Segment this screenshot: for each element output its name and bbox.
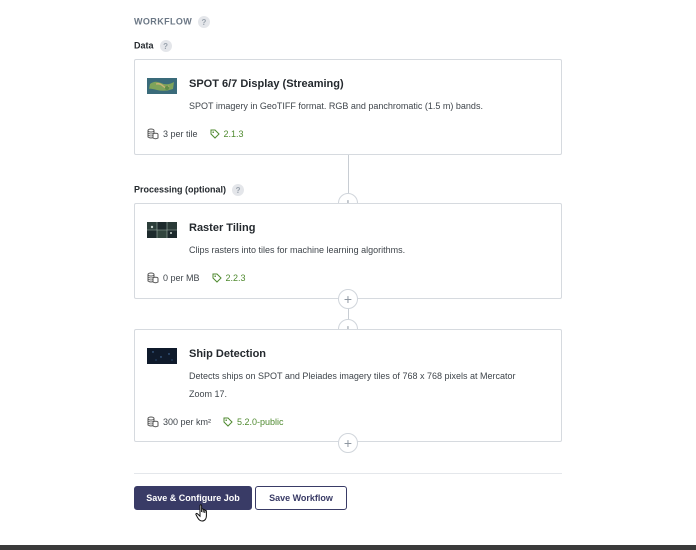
- block-meta: 300 per km² 5.2.0-public: [147, 416, 284, 428]
- tag-icon: [223, 417, 233, 427]
- processing-section-label: Processing (optional): [134, 184, 227, 195]
- tag-icon: [212, 273, 222, 283]
- window-bottom-edge: [0, 545, 696, 550]
- block-version-label: 2.1.3: [223, 129, 244, 139]
- block-card-ship-detection[interactable]: Ship Detection Detects ships on SPOT and…: [134, 329, 562, 442]
- block-title: SPOT 6/7 Display (Streaming): [189, 78, 344, 90]
- processing-section-heading: Processing (optional)?: [134, 184, 245, 196]
- block-cost: 300 per km²: [163, 417, 212, 427]
- help-icon[interactable]: ?: [198, 16, 211, 28]
- block-meta: 3 per tile 2.1.3: [147, 128, 244, 140]
- save-configure-job-button[interactable]: Save & Configure Job: [134, 486, 252, 510]
- block-meta: 0 per MB 2.2.3: [147, 272, 246, 284]
- tag-icon: [210, 129, 220, 139]
- block-version: 2.1.3: [210, 129, 244, 139]
- workflow-connector: [348, 155, 349, 193]
- block-card-spot[interactable]: SPOT 6/7 Display (Streaming) SPOT imager…: [134, 59, 562, 155]
- add-block-button[interactable]: +: [338, 289, 358, 309]
- help-icon[interactable]: ?: [159, 40, 172, 52]
- data-section-label: Data: [134, 40, 154, 51]
- block-cost: 0 per MB: [163, 273, 200, 283]
- block-version-label: 2.2.3: [225, 273, 246, 283]
- divider: [134, 473, 562, 474]
- workflow-heading: WORKFLOW?: [134, 16, 211, 28]
- ship-detection-thumbnail: [147, 348, 177, 364]
- hand-cursor-icon: [195, 504, 207, 522]
- coins-icon: [147, 416, 159, 428]
- block-card-raster-tiling[interactable]: Raster Tiling Clips rasters into tiles f…: [134, 203, 562, 299]
- satellite-scene-thumbnail: [147, 78, 177, 94]
- block-title: Ship Detection: [189, 348, 267, 360]
- workflow-heading-label: WORKFLOW: [134, 16, 193, 27]
- block-version: 5.2.0-public: [223, 417, 284, 427]
- coins-icon: [147, 128, 159, 140]
- workflow-panel: WORKFLOW? Data? SPOT 6/7 Display (Stream…: [0, 0, 696, 545]
- raster-tiling-thumbnail: [147, 222, 177, 238]
- save-workflow-button[interactable]: Save Workflow: [255, 486, 347, 510]
- block-version: 2.2.3: [212, 273, 246, 283]
- add-block-button[interactable]: +: [338, 433, 358, 453]
- help-icon[interactable]: ?: [232, 184, 245, 196]
- block-description: SPOT imagery in GeoTIFF format. RGB and …: [189, 101, 483, 111]
- block-title: Raster Tiling: [189, 222, 256, 234]
- data-section-heading: Data?: [134, 40, 172, 52]
- block-description: Detects ships on SPOT and Pleiades image…: [189, 371, 516, 399]
- block-version-label: 5.2.0-public: [237, 417, 284, 427]
- block-description: Clips rasters into tiles for machine lea…: [189, 245, 406, 255]
- coins-icon: [147, 272, 159, 284]
- block-cost: 3 per tile: [163, 129, 198, 139]
